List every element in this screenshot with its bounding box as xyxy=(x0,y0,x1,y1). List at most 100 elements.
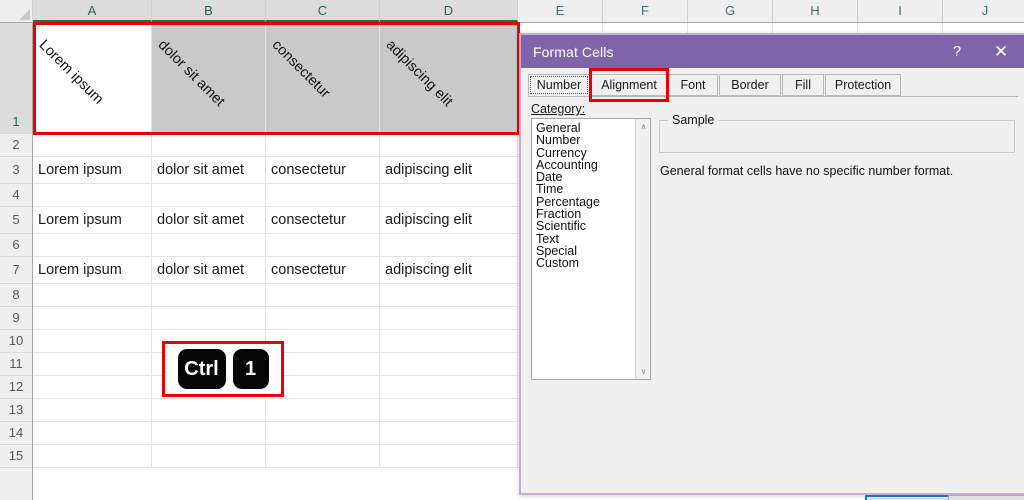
cell-C14[interactable] xyxy=(266,422,380,445)
cell-C13[interactable] xyxy=(266,399,380,422)
tab-number[interactable]: Number xyxy=(528,74,590,96)
cell-D5[interactable]: adipiscing elit xyxy=(380,207,518,234)
column-header-A[interactable]: A xyxy=(33,0,152,22)
row-header-13[interactable]: 13 xyxy=(0,399,32,422)
category-scrollbar[interactable]: ∧ ∨ xyxy=(635,119,650,379)
category-list[interactable]: General Number Currency Accounting Date Time P… xyxy=(532,122,634,270)
cell-D13[interactable] xyxy=(380,399,518,422)
cell-B3[interactable]: dolor sit amet xyxy=(152,157,266,184)
row-header-7[interactable]: 7 xyxy=(0,257,32,284)
cell-D14[interactable] xyxy=(380,422,518,445)
category-listbox[interactable]: General Number Currency Accounting Date Time P… xyxy=(531,118,651,380)
row-header-10[interactable]: 10 xyxy=(0,330,32,353)
cell-B4[interactable] xyxy=(152,184,266,207)
cell-C9[interactable] xyxy=(266,307,380,330)
help-button[interactable]: ? xyxy=(936,35,978,68)
cell-B1[interactable]: dolor sit amet xyxy=(152,23,266,134)
cell-A6[interactable] xyxy=(33,234,152,257)
row-header-6[interactable]: 6 xyxy=(0,234,32,257)
column-header-J[interactable]: J xyxy=(943,0,1024,22)
cell-D9[interactable] xyxy=(380,307,518,330)
tab-font[interactable]: Font xyxy=(668,74,718,96)
cell-D2[interactable] xyxy=(380,134,518,157)
cell-A14[interactable] xyxy=(33,422,152,445)
tab-border[interactable]: Border xyxy=(719,74,781,96)
cell-D12[interactable] xyxy=(380,376,518,399)
row-header-8[interactable]: 8 xyxy=(0,284,32,307)
cell-D11[interactable] xyxy=(380,353,518,376)
column-header-H[interactable]: H xyxy=(773,0,858,22)
column-header-B[interactable]: B xyxy=(152,0,266,22)
cell-C4[interactable] xyxy=(266,184,380,207)
cell-C15[interactable] xyxy=(266,445,380,468)
cell-D6[interactable] xyxy=(380,234,518,257)
cell-D3[interactable]: adipiscing elit xyxy=(380,157,518,184)
cancel-button[interactable]: Cancel xyxy=(948,495,1024,500)
cell-C6[interactable] xyxy=(266,234,380,257)
cell-A4[interactable] xyxy=(33,184,152,207)
cell-C8[interactable] xyxy=(266,284,380,307)
cell-A11[interactable] xyxy=(33,353,152,376)
row-header-9[interactable]: 9 xyxy=(0,307,32,330)
cell-A12[interactable] xyxy=(33,376,152,399)
column-header-F[interactable]: F xyxy=(603,0,688,22)
cell-C5[interactable]: consectetur xyxy=(266,207,380,234)
cell-B15[interactable] xyxy=(152,445,266,468)
cell-C1[interactable]: consectetur xyxy=(266,23,380,134)
cell-A1[interactable]: Lorem ipsum xyxy=(33,23,152,134)
cell-D15[interactable] xyxy=(380,445,518,468)
cell-B8[interactable] xyxy=(152,284,266,307)
row-header-14[interactable]: 14 xyxy=(0,422,32,445)
category-item-scientific[interactable]: Scientific xyxy=(532,220,634,233)
ok-button[interactable]: OK xyxy=(865,495,961,500)
cell-A7[interactable]: Lorem ipsum xyxy=(33,257,152,284)
cell-B7[interactable]: dolor sit amet xyxy=(152,257,266,284)
row-header-5[interactable]: 5 xyxy=(0,207,32,234)
cell-B2[interactable] xyxy=(152,134,266,157)
cell-A9[interactable] xyxy=(33,307,152,330)
cell-A3[interactable]: Lorem ipsum xyxy=(33,157,152,184)
cell-B9[interactable] xyxy=(152,307,266,330)
column-header-D[interactable]: D xyxy=(380,0,518,22)
cell-A2[interactable] xyxy=(33,134,152,157)
row-header-3[interactable]: 3 xyxy=(0,157,32,184)
close-button[interactable]: ✕ xyxy=(978,35,1024,68)
cell-D1[interactable]: adipiscing elit xyxy=(380,23,518,134)
cell-D8[interactable] xyxy=(380,284,518,307)
scroll-down-icon[interactable]: ∨ xyxy=(636,364,650,379)
dialog-title-bar[interactable]: Format Cells ? ✕ xyxy=(521,35,1024,68)
row-header-4[interactable]: 4 xyxy=(0,184,32,207)
cell-A8[interactable] xyxy=(33,284,152,307)
column-header-C[interactable]: C xyxy=(266,0,380,22)
column-header-I[interactable]: I xyxy=(858,0,943,22)
column-header-E[interactable]: E xyxy=(518,0,603,22)
category-item-number[interactable]: Number xyxy=(532,134,634,147)
cell-B5[interactable]: dolor sit amet xyxy=(152,207,266,234)
cell-B13[interactable] xyxy=(152,399,266,422)
tab-protection[interactable]: Protection xyxy=(825,74,901,96)
scroll-up-icon[interactable]: ∧ xyxy=(636,119,650,134)
cell-A15[interactable] xyxy=(33,445,152,468)
cell-D10[interactable] xyxy=(380,330,518,353)
cell-A5[interactable]: Lorem ipsum xyxy=(33,207,152,234)
cell-B14[interactable] xyxy=(152,422,266,445)
row-header-1[interactable]: 1 xyxy=(0,23,32,134)
cell-C2[interactable] xyxy=(266,134,380,157)
cell-C3[interactable]: consectetur xyxy=(266,157,380,184)
cell-C7[interactable]: consectetur xyxy=(266,257,380,284)
category-item-time[interactable]: Time xyxy=(532,183,634,196)
select-all-corner[interactable] xyxy=(0,0,33,23)
cell-A10[interactable] xyxy=(33,330,152,353)
cell-A13[interactable] xyxy=(33,399,152,422)
row-header-11[interactable]: 11 xyxy=(0,353,32,376)
tab-alignment[interactable]: Alignment xyxy=(591,74,667,96)
tab-fill[interactable]: Fill xyxy=(782,74,824,96)
cell-B6[interactable] xyxy=(152,234,266,257)
column-header-G[interactable]: G xyxy=(688,0,773,22)
row-header-12[interactable]: 12 xyxy=(0,376,32,399)
cell-D4[interactable] xyxy=(380,184,518,207)
cell-D7[interactable]: adipiscing elit xyxy=(380,257,518,284)
category-item-custom[interactable]: Custom xyxy=(532,257,634,270)
row-header-15[interactable]: 15 xyxy=(0,445,32,468)
row-header-2[interactable]: 2 xyxy=(0,134,32,157)
